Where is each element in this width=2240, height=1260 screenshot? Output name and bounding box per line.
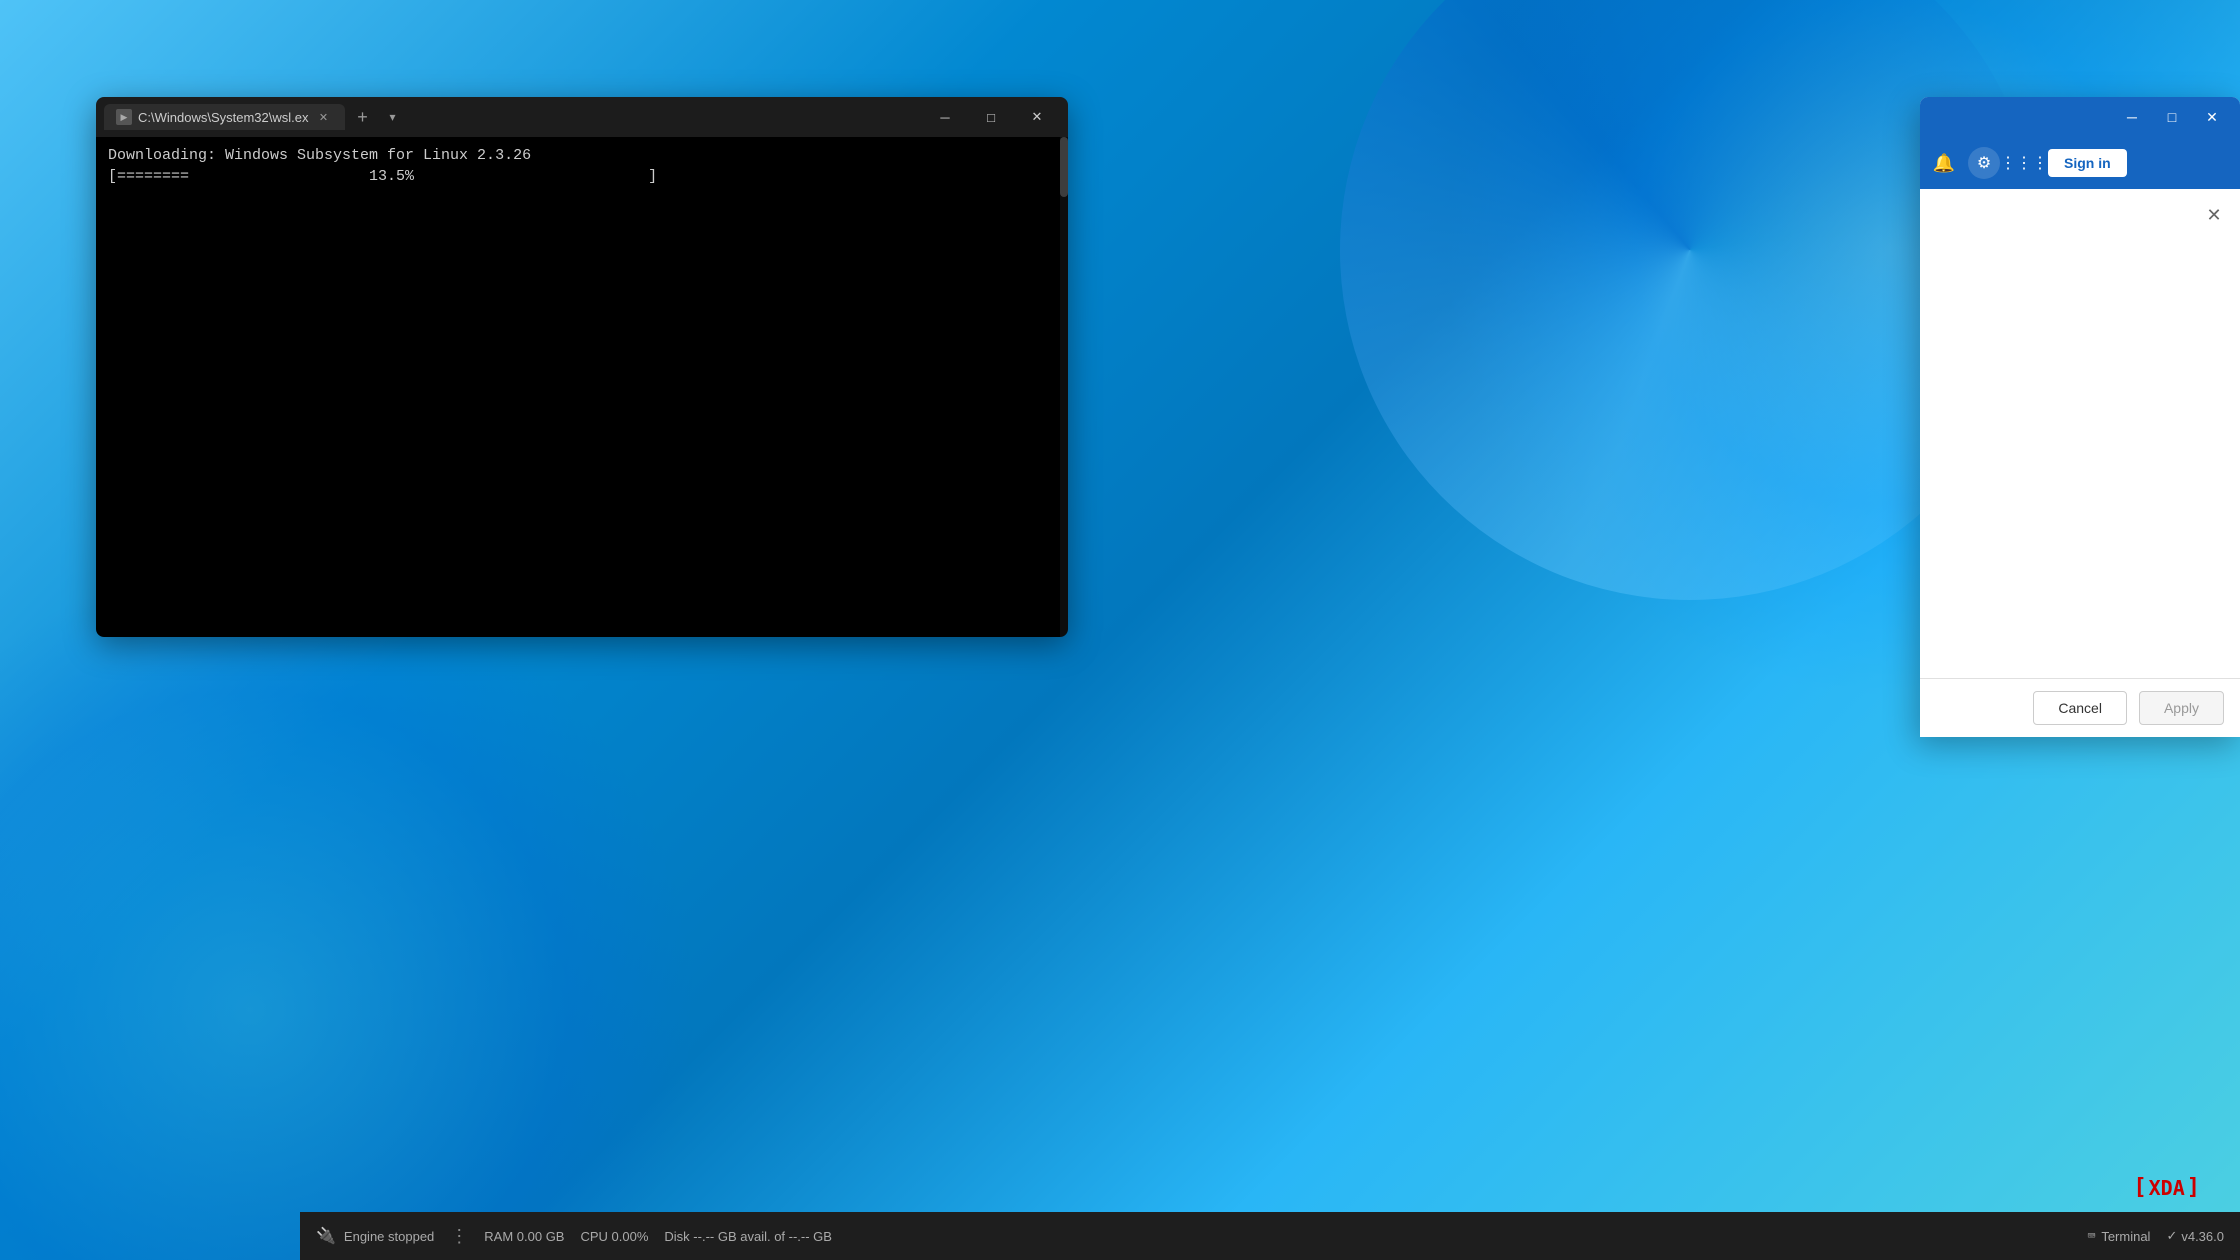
terminal-tab-icon: ▶ [116,109,132,125]
cancel-button[interactable]: Cancel [2033,691,2127,725]
terminal-link[interactable]: ⌨ Terminal [2087,1229,2150,1244]
check-icon: ✓ [2166,1228,2177,1244]
statusbar: 🔌 Engine stopped ⋮ RAM 0.00 GB CPU 0.00%… [300,1212,2240,1260]
terminal-scrollbar[interactable] [1060,137,1068,637]
sign-in-button[interactable]: Sign in [2048,149,2127,177]
statusbar-more-btn[interactable]: ⋮ [450,1226,468,1247]
terminal-download-line: Downloading: Windows Subsystem for Linux… [108,145,1056,166]
terminal-tab[interactable]: ▶ C:\Windows\System32\wsl.ex ✕ [104,104,345,130]
version-badge: ✓ v4.36.0 [2166,1228,2224,1244]
engine-status: 🔌 Engine stopped [316,1226,434,1246]
terminal-window: ▶ C:\Windows\System32\wsl.ex ✕ + ▾ ─ □ ✕… [96,97,1068,637]
browser-content-close-btn[interactable]: ✕ [2200,201,2228,229]
statusbar-stats: RAM 0.00 GB CPU 0.00% Disk --.-- GB avai… [484,1229,832,1244]
statusbar-right: ⌨ Terminal ✓ v4.36.0 [2087,1228,2224,1244]
terminal-tab-dropdown-btn[interactable]: ▾ [381,105,405,129]
disk-stat: Disk --.-- GB avail. of --.-- GB [664,1229,832,1244]
browser-action-bar: Cancel Apply [1920,678,2240,737]
xda-logo: [ XDA ] [2133,1175,2200,1200]
terminal-window-controls: ─ □ ✕ [922,97,1060,137]
terminal-body[interactable]: Downloading: Windows Subsystem for Linux… [96,137,1068,637]
browser-window: ─ □ ✕ 🔔 ⚙ ⋮⋮⋮ Sign in ✕ Cancel Apply [1920,97,2240,737]
terminal-maximize-btn[interactable]: □ [968,97,1014,137]
terminal-label: Terminal [2101,1229,2150,1244]
cpu-stat: CPU 0.00% [580,1229,648,1244]
xda-text: XDA [2149,1176,2185,1200]
terminal-tab-label: C:\Windows\System32\wsl.ex [138,110,309,125]
browser-content-area: ✕ [1920,189,2240,678]
terminal-new-tab-btn[interactable]: + [349,103,377,131]
engine-status-label: Engine stopped [344,1229,434,1244]
terminal-progress-line: [======== 13.5% ] [108,166,1056,187]
apply-button[interactable]: Apply [2139,691,2224,725]
browser-close-btn[interactable]: ✕ [2192,97,2232,137]
ram-stat: RAM 0.00 GB [484,1229,564,1244]
wallpaper-swirl-3 [0,560,700,1260]
terminal-icon: ⌨ [2087,1229,2095,1244]
browser-toolbar: 🔔 ⚙ ⋮⋮⋮ Sign in [1920,137,2240,189]
terminal-scrollbar-thumb[interactable] [1060,137,1068,197]
browser-window-controls: ─ □ ✕ [2112,97,2232,137]
engine-icon: 🔌 [316,1226,336,1246]
version-label: v4.36.0 [2181,1229,2224,1244]
terminal-close-btn[interactable]: ✕ [1014,97,1060,137]
notification-icon[interactable]: 🔔 [1932,151,1956,175]
browser-titlebar: ─ □ ✕ [1920,97,2240,137]
terminal-minimize-btn[interactable]: ─ [922,97,968,137]
xda-bracket-close: ] [2187,1175,2200,1200]
settings-icon[interactable]: ⚙ [1968,147,2000,179]
terminal-tab-close-btn[interactable]: ✕ [315,108,333,126]
browser-minimize-btn[interactable]: ─ [2112,97,2152,137]
browser-maximize-btn[interactable]: □ [2152,97,2192,137]
xda-bracket-open: [ [2133,1175,2146,1200]
apps-icon[interactable]: ⋮⋮⋮ [2012,151,2036,175]
terminal-titlebar: ▶ C:\Windows\System32\wsl.ex ✕ + ▾ ─ □ ✕ [96,97,1068,137]
